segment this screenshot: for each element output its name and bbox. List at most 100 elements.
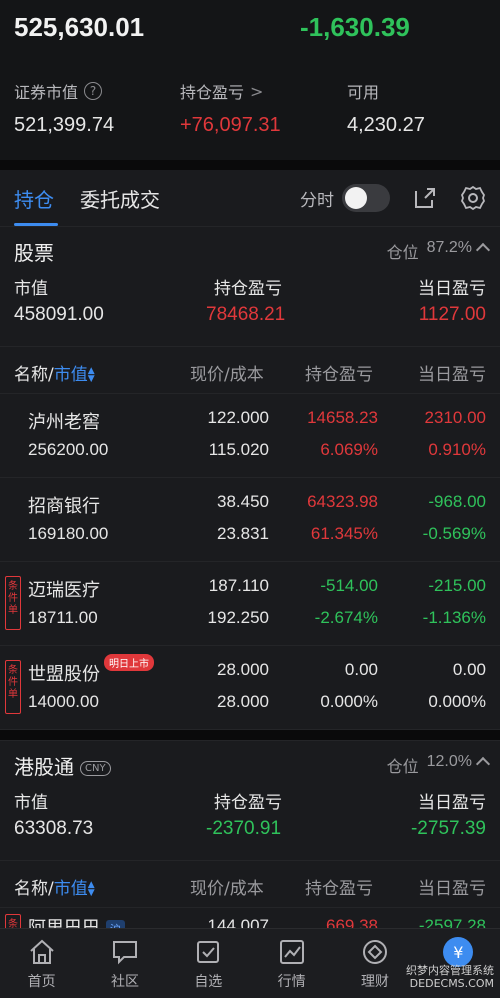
timeshare-label: 分时 <box>300 190 334 211</box>
stocks-section: 股票 仓位 87.2% 市值 458091.00 持仓盈亏 78468.21 当日… <box>0 226 500 730</box>
position-value: 12.0% <box>426 753 472 770</box>
hk-section-header[interactable]: 港股通 CNY 仓位 12.0% <box>0 740 500 784</box>
checklist-icon <box>197 941 220 963</box>
sort-icon: ▲ ▼ <box>87 366 95 384</box>
total-assets: 525,630.01 <box>14 12 145 42</box>
position-label: 仓位 <box>386 757 419 776</box>
diamond-icon <box>362 940 387 964</box>
chart-icon <box>279 940 304 964</box>
day-label: 当日盈亏 <box>418 793 486 813</box>
hk-section: 港股通 CNY 仓位 12.0% 市值 63308.73 持仓盈亏 -2370.91… <box>0 740 500 948</box>
market-value-label: 证券市值 <box>14 83 79 102</box>
nav-community-label: 社区 <box>110 974 139 990</box>
cost-price: 115.020 <box>208 440 269 459</box>
nav-market-label: 行情 <box>277 974 306 990</box>
stock-name: 世盟股份 明日上市 <box>28 654 154 686</box>
chat-icon <box>112 941 137 965</box>
current-price: 187.110 <box>208 576 269 595</box>
divider <box>0 730 500 740</box>
yuan-icon: ¥ <box>443 937 474 967</box>
holding-pnl: -514.00 <box>320 576 378 595</box>
tab-orders[interactable]: 委托成交 <box>80 184 160 213</box>
column-headers: 名称/市值▲ ▼ 现价/成本 持仓盈亏 当日盈亏 <box>0 346 500 394</box>
cost-price: 192.250 <box>207 608 269 627</box>
current-price: 38.450 <box>217 492 269 511</box>
hold-label: 持仓盈亏 <box>214 793 282 813</box>
nav-watchlist-label: 自选 <box>194 974 223 990</box>
daily-pnl-pct: 0.000% <box>428 692 486 711</box>
name-header[interactable]: 名称/市值▲ ▼ <box>14 874 96 899</box>
mv-label: 市值 <box>14 279 48 299</box>
table-row[interactable]: 泸州老窖 256200.00 122.000 115.020 14658.23 6.069… <box>0 394 500 478</box>
available-cash: 4,230.27 <box>347 114 425 136</box>
holding-pnl: +76,097.31 <box>180 114 281 136</box>
nav-community[interactable]: 社区 <box>83 929 166 998</box>
daily-pnl-pct: -0.569% <box>422 524 486 543</box>
stock-name: 招商银行 <box>28 496 100 517</box>
name-header[interactable]: 名称/市值▲ ▼ <box>14 360 96 385</box>
day-header[interactable]: 当日盈亏 <box>418 874 486 899</box>
hk-title: 港股通 CNY <box>14 751 111 780</box>
holding-pnl-pct: -2.674% <box>314 608 378 627</box>
bottom-nav: 首页 社区 自选 行情 理财 ¥ 织梦内容管理系统 DEDECMS.COM <box>0 928 500 998</box>
chevron-right-icon: > <box>250 81 264 101</box>
divider <box>0 160 500 170</box>
currency-badge: CNY <box>80 761 111 776</box>
day-header[interactable]: 当日盈亏 <box>418 360 486 385</box>
daily-pnl: 2310.00 <box>424 408 486 427</box>
position-value: 14000.00 <box>28 692 99 711</box>
hold-value: 78468.21 <box>206 304 286 325</box>
holding-pnl-metric[interactable]: 持仓盈亏 > +76,097.31 <box>180 80 281 137</box>
price-header[interactable]: 现价/成本 <box>190 874 264 899</box>
position-label: 仓位 <box>386 243 419 262</box>
help-icon[interactable]: ? <box>84 82 103 100</box>
day-label: 当日盈亏 <box>418 279 486 299</box>
condition-order-tag: 条件单 <box>5 576 21 630</box>
daily-pnl: -215.00 <box>428 576 486 595</box>
watermark: 织梦内容管理系统 DEDECMS.COM <box>406 964 494 990</box>
account-summary: 525,630.01 -1,630.39 证券市值? 521,399.74 持仓… <box>0 0 500 160</box>
daily-pnl: -968.00 <box>428 492 486 511</box>
market-value-metric: 证券市值? 521,399.74 <box>14 80 114 137</box>
holding-pnl: 0.00 <box>344 660 378 679</box>
table-row[interactable]: 招商银行 169180.00 38.450 23.831 64323.98 61.345%… <box>0 478 500 562</box>
position-value: 256200.00 <box>28 440 109 459</box>
home-icon <box>29 939 54 964</box>
hold-header[interactable]: 持仓盈亏 <box>305 874 373 899</box>
cost-price: 23.831 <box>217 524 269 543</box>
today-change: -1,630.39 <box>300 12 410 42</box>
nav-watchlist[interactable]: 自选 <box>167 929 250 998</box>
collapse-icon[interactable] <box>475 756 491 772</box>
hk-summary: 市值 63308.73 持仓盈亏 -2370.91 当日盈亏 -2757.39 <box>0 784 500 860</box>
position-value: 87.2% <box>426 239 472 256</box>
daily-pnl-pct: -1.136% <box>422 608 486 627</box>
daily-pnl: 0.00 <box>452 660 486 679</box>
timeshare-toggle[interactable] <box>342 184 390 212</box>
nav-market[interactable]: 行情 <box>250 929 333 998</box>
nav-home[interactable]: 首页 <box>0 929 83 998</box>
column-headers: 名称/市值▲ ▼ 现价/成本 持仓盈亏 当日盈亏 <box>0 860 500 908</box>
stocks-section-header[interactable]: 股票 仓位 87.2% <box>0 226 500 270</box>
day-value: -2757.39 <box>410 818 486 839</box>
holding-pnl-pct: 6.069% <box>320 440 378 459</box>
mv-value: 458091.00 <box>14 304 104 325</box>
collapse-icon[interactable] <box>475 242 491 258</box>
tab-positions[interactable]: 持仓 <box>14 184 54 213</box>
timeshare-toggle-group: 分时 <box>300 184 390 212</box>
hold-header[interactable]: 持仓盈亏 <box>305 360 373 385</box>
position-value: 18711.00 <box>28 608 98 627</box>
listing-badge: 明日上市 <box>104 654 154 671</box>
sort-icon: ▲ ▼ <box>87 880 95 898</box>
current-price: 122.000 <box>207 408 269 427</box>
gear-icon[interactable] <box>460 185 486 211</box>
holding-pnl: 14658.23 <box>307 408 378 427</box>
table-row[interactable]: 条件单 世盟股份 明日上市 14000.00 28.000 28.000 0.00 0.000… <box>0 646 500 730</box>
available-metric: 可用 4,230.27 <box>347 80 425 137</box>
table-row[interactable]: 条件单 迈瑞医疗 18711.00 187.110 192.250 -514.00 -2.6… <box>0 562 500 646</box>
cost-price: 28.000 <box>217 692 269 711</box>
share-icon[interactable] <box>412 185 438 211</box>
current-price: 28.000 <box>217 660 269 679</box>
price-header[interactable]: 现价/成本 <box>190 360 264 385</box>
holding-pnl: 64323.98 <box>307 492 378 511</box>
nav-wealth[interactable]: 理财 <box>333 929 416 998</box>
